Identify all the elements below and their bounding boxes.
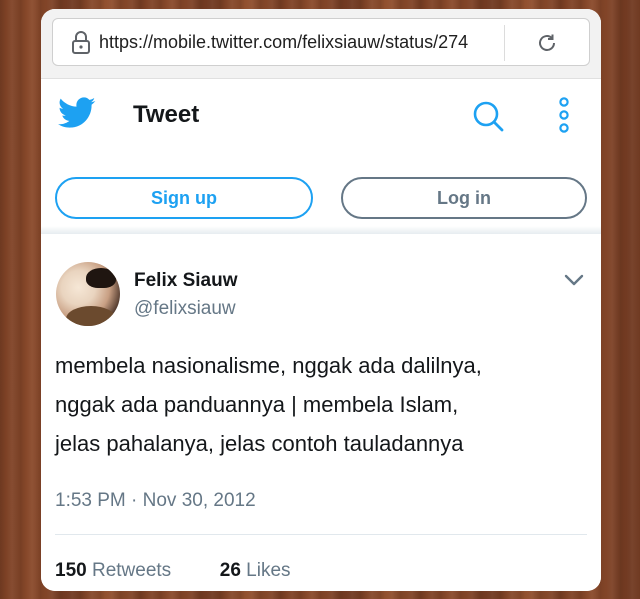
tweet-stats: 150 Retweets 26 Likes — [55, 560, 291, 582]
page-title: Tweet — [133, 101, 200, 128]
url-field[interactable]: https://mobile.twitter.com/felixsiauw/st… — [52, 18, 590, 66]
avatar-shirt — [66, 306, 116, 326]
url-divider — [504, 25, 505, 61]
retweets-count[interactable]: 150 — [55, 560, 87, 581]
likes-count[interactable]: 26 — [220, 560, 241, 581]
tweet-text: membela nasionalisme, nggak ada dalilnya… — [55, 353, 482, 456]
more-vertical-icon[interactable] — [557, 97, 571, 133]
author-handle[interactable]: @felixsiauw — [134, 298, 236, 320]
twitter-header: Tweet Sign up Log in — [41, 79, 601, 234]
header-shadow — [41, 226, 601, 234]
url-text[interactable]: https://mobile.twitter.com/felixsiauw/st… — [99, 32, 499, 54]
log-in-button[interactable]: Log in — [341, 177, 587, 219]
likes-label[interactable]: Likes — [246, 560, 290, 581]
reload-icon[interactable] — [535, 31, 559, 55]
avatar-hair — [86, 268, 116, 288]
chevron-down-icon[interactable] — [563, 272, 585, 288]
divider — [55, 534, 587, 535]
tweet-card: Felix Siauw @felixsiauw membela nasional… — [41, 234, 601, 591]
retweets-label[interactable]: Retweets — [92, 560, 171, 581]
author-name[interactable]: Felix Siauw — [134, 270, 237, 292]
twitter-bird-icon[interactable] — [58, 97, 96, 129]
avatar[interactable] — [56, 262, 120, 326]
browser-address-bar: https://mobile.twitter.com/felixsiauw/st… — [41, 9, 601, 79]
lock-icon — [72, 31, 90, 54]
tweet-timestamp[interactable]: 1:53 PM · Nov 30, 2012 — [55, 490, 256, 512]
phone-screen: https://mobile.twitter.com/felixsiauw/st… — [41, 9, 601, 591]
search-icon[interactable] — [471, 99, 505, 133]
sign-up-button[interactable]: Sign up — [55, 177, 313, 219]
